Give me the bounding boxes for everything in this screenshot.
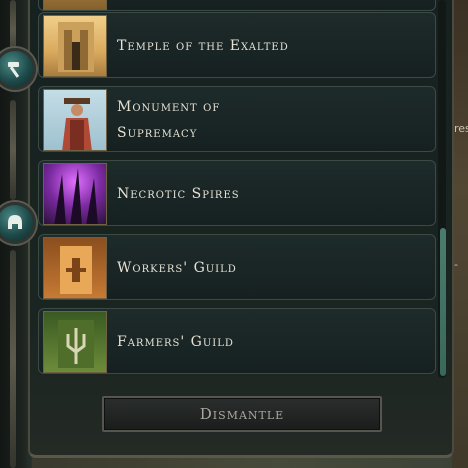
map-edge: res - [452, 0, 468, 468]
scrollbar-thumb[interactable] [440, 228, 446, 376]
farmers-guild-thumbnail [43, 311, 107, 373]
list-item-partial[interactable] [38, 0, 436, 11]
list-item-monument[interactable]: Monument of Supremacy [38, 86, 436, 152]
dismantle-button[interactable]: Dismantle [102, 396, 382, 432]
temple-thumbnail [43, 15, 107, 77]
workers-guild-thumbnail [43, 237, 107, 299]
helmet-icon [8, 215, 22, 229]
map-label-fragment: res [454, 122, 468, 135]
building-name: Workers' Guild [117, 260, 237, 276]
building-name: Farmers' Guild [117, 334, 234, 350]
monument-thumbnail [43, 89, 107, 151]
building-list: Temple of the Exalted Monument of Suprem… [38, 0, 436, 378]
map-label-fragment-2: - [454, 258, 458, 271]
list-item-farmers-guild[interactable]: Farmers' Guild [38, 308, 436, 374]
building-panel: Temple of the Exalted Monument of Suprem… [28, 0, 454, 458]
list-item-temple[interactable]: Temple of the Exalted [38, 12, 436, 78]
building-thumbnail [43, 0, 107, 10]
building-name: Necrotic Spires [117, 186, 240, 202]
vine-ornament [10, 100, 16, 200]
vine-ornament [10, 250, 16, 468]
list-item-workers-guild[interactable]: Workers' Guild [38, 234, 436, 300]
building-name: Temple of the Exalted [117, 38, 289, 54]
hammer-icon [8, 62, 20, 78]
list-item-necrotic-spires[interactable]: Necrotic Spires [38, 160, 436, 226]
building-name: Monument of Supremacy [117, 99, 221, 141]
necrotic-spires-thumbnail [43, 163, 107, 225]
